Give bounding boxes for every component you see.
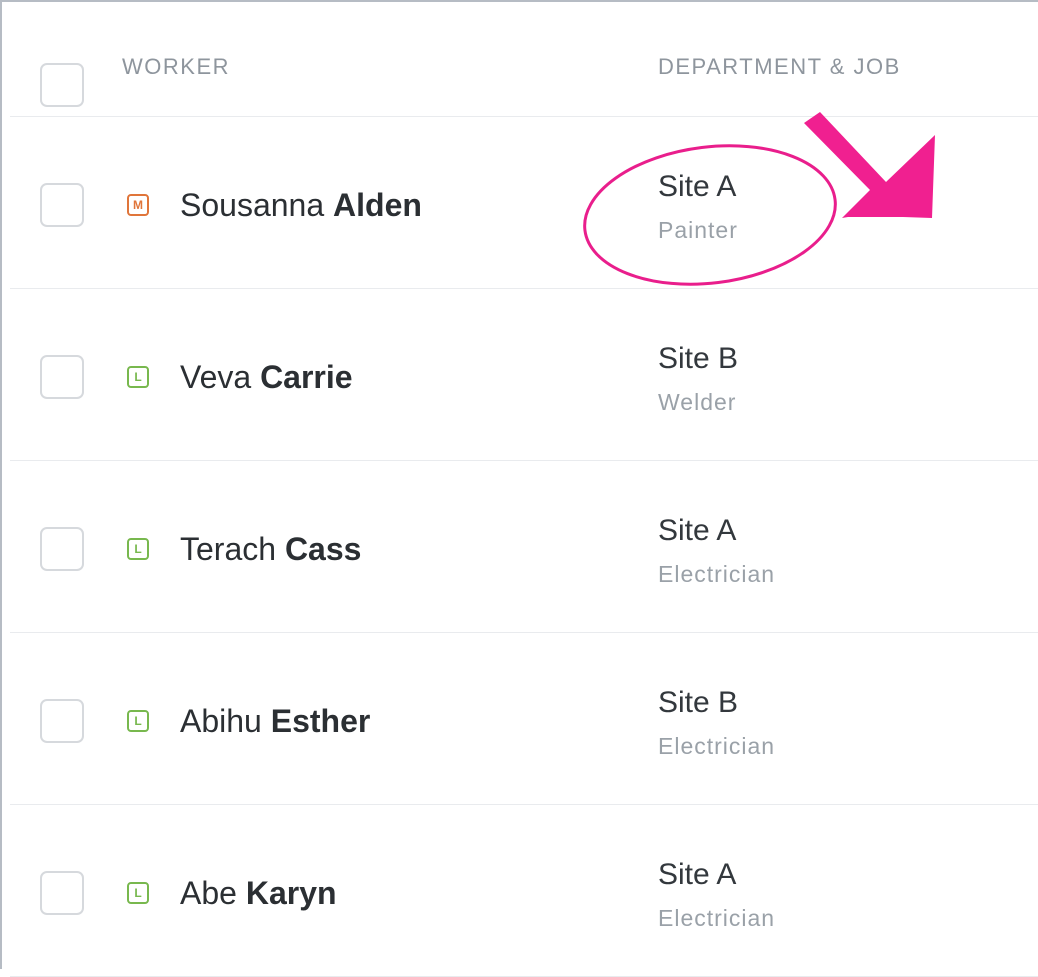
row-checkbox[interactable] <box>40 355 84 399</box>
table-row[interactable]: L Veva Carrie Site B Welder <box>10 289 1038 461</box>
worker-name[interactable]: Veva Carrie <box>180 359 353 396</box>
worker-first-name: Terach <box>180 531 277 567</box>
worker-site: Site A <box>658 514 737 547</box>
worker-last-name: Esther <box>270 703 371 739</box>
table-row[interactable]: M Sousanna Alden Site A Painter <box>10 117 1038 289</box>
column-header-department-job[interactable]: DEPARTMENT & JOB <box>658 54 901 80</box>
table-row[interactable]: L Abe Karyn Site A Electrician <box>10 805 1038 977</box>
worker-job: Welder <box>658 389 737 415</box>
worker-site: Site B <box>658 686 739 719</box>
row-checkbox[interactable] <box>40 871 84 915</box>
role-badge-icon: L <box>127 538 149 560</box>
row-checkbox[interactable] <box>40 527 84 571</box>
worker-last-name: Carrie <box>260 359 353 395</box>
worker-job: Electrician <box>658 561 776 587</box>
worker-first-name: Sousanna <box>180 187 325 223</box>
worker-last-name: Cass <box>284 531 362 567</box>
row-checkbox[interactable] <box>40 183 84 227</box>
column-header-worker[interactable]: WORKER <box>122 54 230 80</box>
worker-name[interactable]: Terach Cass <box>180 531 361 568</box>
worker-job: Painter <box>658 217 738 243</box>
workers-table-panel: WORKER DEPARTMENT & JOB M Sousanna Alden… <box>0 0 1038 977</box>
worker-name[interactable]: Abe Karyn <box>180 875 337 912</box>
worker-name[interactable]: Sousanna Alden <box>180 187 422 224</box>
row-checkbox[interactable] <box>40 699 84 743</box>
table-header-row: WORKER DEPARTMENT & JOB <box>10 8 1038 117</box>
worker-first-name: Abihu <box>180 703 262 739</box>
worker-first-name: Veva <box>180 359 252 395</box>
worker-job: Electrician <box>658 733 776 759</box>
role-badge-icon: M <box>127 194 149 216</box>
table-row[interactable]: L Abihu Esther Site B Electrician <box>10 633 1038 805</box>
table-row[interactable]: L Terach Cass Site A Electrician <box>10 461 1038 633</box>
worker-site: Site A <box>658 858 737 891</box>
worker-site: Site A <box>658 170 737 203</box>
worker-first-name: Abe <box>180 875 237 911</box>
worker-last-name: Alden <box>333 187 422 223</box>
worker-job: Electrician <box>658 905 776 931</box>
worker-last-name: Karyn <box>245 875 337 911</box>
workers-table: WORKER DEPARTMENT & JOB M Sousanna Alden… <box>10 8 1038 977</box>
role-badge-icon: L <box>127 882 149 904</box>
role-badge-icon: L <box>127 366 149 388</box>
role-badge-icon: L <box>127 710 149 732</box>
select-all-checkbox[interactable] <box>40 63 84 107</box>
worker-name[interactable]: Abihu Esther <box>180 703 370 740</box>
worker-site: Site B <box>658 342 739 375</box>
